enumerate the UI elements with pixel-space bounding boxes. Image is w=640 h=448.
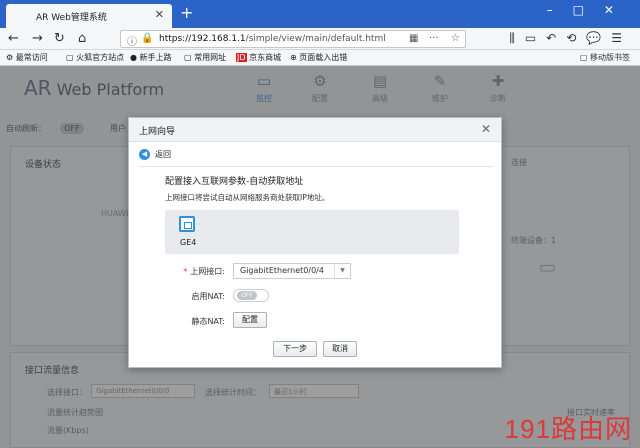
bookmarks-bar: ⚙ 最常访问 ▢ 火狐官方站点 ● 新手上路 ▢ 常用网址 JD 京东商城 ⊕ … [0,50,640,66]
browser-navbar: ← → ↻ ⌂ ⓘ 🔒 https://192.168.1.1/simple/v… [0,28,640,50]
back-label[interactable]: 返回 [155,149,171,160]
dialog-heading: 配置接入互联网参数-自动获取地址 [165,177,304,187]
dialog-divider [139,166,493,167]
bookmark-jd[interactable]: JD 京东商城 [236,52,281,63]
home-icon[interactable]: ⌂ [78,31,86,46]
bookmark-mobile[interactable]: ▢ 移动版书签 [580,52,630,63]
port-label: GE4 [180,238,197,247]
more-icon[interactable]: ··· [429,33,439,44]
tab-title: AR Web管理系统 [36,13,107,23]
new-tab-icon[interactable]: + [180,3,193,22]
browser-tab[interactable]: AR Web管理系统 ✕ [6,4,172,28]
nat-toggle-state: OFF [237,291,257,300]
nat-toggle[interactable]: OFF [233,289,269,302]
url-text[interactable]: https://192.168.1.1/simple/view/main/def… [159,34,386,44]
watermark-text: 191路由网 [504,414,632,444]
dialog-description: 上网接口将尝试自动从网络服务商处获取IP地址。 [165,193,330,202]
static-nat-label: 静态NAT: [191,317,225,326]
close-icon[interactable]: ✕ [481,122,491,136]
bookmark-firefox[interactable]: ▢ 火狐官方站点 [66,52,124,63]
chevron-down-icon[interactable]: ▼ [334,264,350,278]
wizard-dialog: 上网向导 ✕ ◀ 返回 配置接入互联网参数-自动获取地址 上网接口将尝试自动从网… [128,117,502,368]
bookmark-most-visited[interactable]: ⚙ 最常访问 [6,52,48,63]
forward-arrow-icon[interactable]: → [32,31,43,46]
bookmark-common[interactable]: ▢ 常用网址 [184,52,226,63]
dialog-title: 上网向导 [139,127,176,137]
dialog-header: 上网向导 ✕ [129,118,501,142]
reload-icon[interactable]: ↻ [54,31,65,46]
port-panel: GE4 [165,210,459,254]
qr-icon[interactable]: ▦ [409,33,418,44]
bookmark-error[interactable]: ⊕ 页面载入出错 [290,52,347,63]
lock-icon[interactable]: 🔒 [141,33,153,44]
wan-interface-value: GigabitEthernet0/0/4 [240,266,324,275]
toolbar-icons[interactable]: ⫼▭↶⟲💬☰ [509,31,632,46]
config-button[interactable]: 配置 [233,312,267,328]
wan-interface-select[interactable]: GigabitEthernet0/0/4 ▼ [233,263,351,279]
url-bar[interactable]: ⓘ 🔒 https://192.168.1.1/simple/view/main… [120,30,466,48]
cancel-button[interactable]: 取消 [323,341,357,357]
ethernet-port-icon[interactable] [179,216,195,232]
info-icon[interactable]: ⓘ [127,33,137,48]
next-button[interactable]: 下一步 [273,341,317,357]
bookmark-newbie[interactable]: ● 新手上路 [130,52,172,63]
browser-titlebar: AR Web管理系统 ✕ + –□✕ [0,0,640,28]
star-icon[interactable]: ☆ [451,33,460,44]
nat-label: 启用NAT: [191,292,225,301]
wan-interface-label: * 上网接口: [183,267,225,276]
window-controls[interactable]: –□✕ [547,3,634,17]
close-tab-icon[interactable]: ✕ [155,8,164,21]
back-circle-icon[interactable]: ◀ [139,149,150,160]
back-arrow-icon[interactable]: ← [8,31,19,46]
